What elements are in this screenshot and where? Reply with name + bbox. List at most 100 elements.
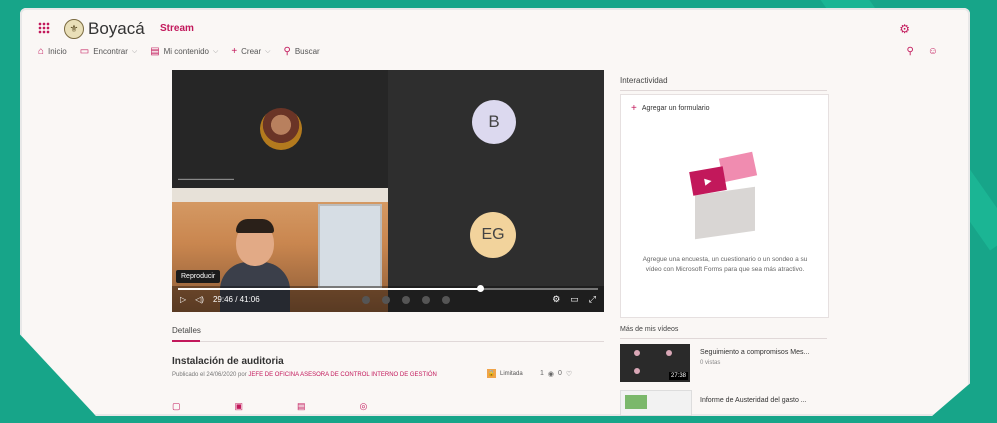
nav-label: Mi contenido — [163, 47, 209, 56]
account-icon[interactable]: ☺ — [928, 46, 938, 57]
hair — [236, 219, 274, 233]
eye-icon: ◉ — [547, 371, 555, 378]
divider — [172, 341, 604, 342]
interactivity-card: + Agregar un formulario ▶ Agregue una en… — [620, 94, 829, 318]
stats: 1 ◉ 0 ♡ — [540, 370, 572, 378]
add-form-label: Agregar un formulario — [641, 105, 710, 112]
divider — [620, 338, 827, 339]
find-icon: ▭ — [79, 46, 90, 57]
visibility-label: Limitada — [500, 370, 523, 377]
video-tile: B — [388, 70, 604, 188]
top-bar: ⚜ Boyacá Stream ⚙ — [20, 8, 970, 48]
participant-dot — [422, 296, 430, 304]
chevron-down-icon: ⌵ — [131, 47, 138, 55]
captions-icon[interactable]: ▭ — [570, 294, 579, 305]
more-video-views: 0 vistas — [700, 360, 721, 366]
video-thumbnail[interactable] — [620, 390, 692, 416]
seal-icon: ⚜ — [64, 19, 84, 39]
participant-dot — [362, 296, 370, 304]
thumb-dot — [666, 350, 672, 356]
published-prefix: Publicado el 24/06/2020 por — [172, 372, 247, 378]
fullscreen-icon[interactable]: ⤢ — [589, 294, 596, 305]
nav-bar: ⌂ Inicio ▭ Encontrar ⌵ ▤ Mi contenido ⌵ … — [38, 46, 320, 57]
org-name: Boyacá — [88, 19, 145, 38]
nav-actions: ⚲ ☺ — [906, 46, 938, 57]
duration-badge: 27:38 — [668, 372, 688, 380]
participant-dot — [382, 296, 390, 304]
plus-icon: + — [231, 46, 238, 57]
volume-icon[interactable]: ◁) — [195, 295, 204, 304]
browser-frame: ⚜ Boyacá Stream ⚙ ⌂ Inicio ▭ Encontrar ⌵… — [20, 8, 970, 416]
participant-dot — [442, 296, 450, 304]
app-launcher-icon[interactable] — [38, 22, 50, 34]
likes-count: 0 — [558, 370, 562, 377]
video-thumbnail[interactable]: 27:38 — [620, 344, 690, 382]
forms-illustration: ▶ — [685, 151, 765, 241]
action-icon[interactable]: ▢ — [172, 401, 181, 412]
interactivity-description: Agregue una encuesta, un cuestionario o … — [642, 256, 808, 273]
participant-dot — [402, 296, 410, 304]
video-title: Instalación de auditoria — [172, 356, 284, 367]
participant-name-label: ▬▬▬▬▬▬▬▬▬▬▬▬▬▬ — [178, 176, 234, 181]
action-icon[interactable]: ▤ — [297, 401, 306, 412]
more-videos-title: Más de mis vídeos — [620, 326, 679, 333]
visibility-badge: 🔒 Limitada — [487, 369, 523, 378]
participant-avatar-b: B — [472, 100, 516, 144]
nav-encontrar[interactable]: ▭ Encontrar ⌵ — [80, 46, 137, 57]
time-display: 29:46 / 41:06 — [212, 295, 260, 304]
action-icon[interactable]: ◎ — [360, 401, 368, 412]
seek-progress — [178, 288, 481, 290]
thumb-dot — [634, 350, 640, 356]
nav-crear[interactable]: + Crear ⌵ — [231, 46, 270, 57]
lock-icon: 🔒 — [487, 369, 496, 378]
add-form-button[interactable]: + Agregar un formulario — [631, 103, 710, 114]
window — [318, 204, 382, 288]
thumb-dot — [634, 368, 640, 374]
nav-label: Crear — [241, 47, 262, 56]
seek-bar[interactable] — [178, 285, 598, 292]
author-link[interactable]: JEFE DE OFICINA ASESORA DE CONTROL INTER… — [248, 372, 436, 378]
tab-details[interactable]: Detalles — [172, 326, 201, 335]
chevron-down-icon: ⌵ — [265, 47, 271, 55]
org-logo[interactable]: ⚜ Boyacá — [64, 19, 145, 39]
nav-label: Inicio — [48, 47, 67, 56]
seek-handle[interactable] — [477, 285, 485, 292]
more-video-title[interactable]: Informe de Austeridad del gasto ... — [700, 397, 807, 404]
app-name[interactable]: Stream — [160, 23, 194, 34]
search-icon: ⚲ — [283, 46, 291, 57]
nav-inicio[interactable]: ⌂ Inicio — [38, 46, 67, 57]
player-controls: ▷ ◁) 29:46 / 41:06 ⚙ ▭ ⤢ — [172, 285, 604, 312]
nav-mi-contenido[interactable]: ▤ Mi contenido ⌵ — [150, 46, 218, 57]
nav-label: Buscar — [294, 47, 320, 56]
interactivity-title: Interactividad — [620, 76, 668, 85]
views-count: 1 — [540, 370, 544, 377]
box-shape — [695, 186, 755, 240]
published-info: Publicado el 24/06/2020 por JEFE DE OFIC… — [172, 372, 437, 378]
more-video-title[interactable]: Seguimiento a compromisos Mes... — [700, 349, 809, 356]
participant-photo-avatar — [260, 108, 302, 150]
video-tile: ▬▬▬▬▬▬▬▬▬▬▬▬▬▬ — [172, 70, 388, 188]
settings-icon[interactable]: ⚙ — [552, 294, 560, 305]
heart-icon[interactable]: ♡ — [566, 370, 572, 378]
plus-icon: + — [631, 103, 637, 114]
nav-label: Encontrar — [93, 47, 128, 56]
chevron-down-icon: ⌵ — [213, 47, 219, 55]
video-player[interactable]: ▬▬▬▬▬▬▬▬▬▬▬▬▬▬ B EG Reproducir ▷ ◁) 29:4… — [172, 70, 604, 312]
ceiling — [172, 188, 388, 202]
play-icon[interactable]: ▷ — [180, 295, 186, 304]
action-icon[interactable]: ▣ — [235, 401, 244, 412]
controls-right: ⚙ ▭ ⤢ — [552, 294, 596, 305]
content-icon: ▤ — [150, 46, 160, 57]
settings-icon[interactable]: ⚙ — [899, 22, 910, 36]
pin-icon[interactable]: ⚲ — [906, 46, 913, 57]
controls-left: ▷ ◁) 29:46 / 41:06 — [180, 295, 260, 304]
action-row: ▢ ▣ ▤ ◎ — [172, 401, 367, 412]
home-icon: ⌂ — [38, 46, 45, 57]
thumb-graphic — [625, 395, 647, 409]
nav-buscar[interactable]: ⚲ Buscar — [283, 46, 319, 57]
participant-avatar-eg: EG — [470, 212, 516, 258]
tab-underline — [172, 340, 200, 342]
divider — [620, 90, 827, 91]
participant-strip — [362, 296, 450, 304]
play-tooltip: Reproducir — [176, 270, 221, 283]
